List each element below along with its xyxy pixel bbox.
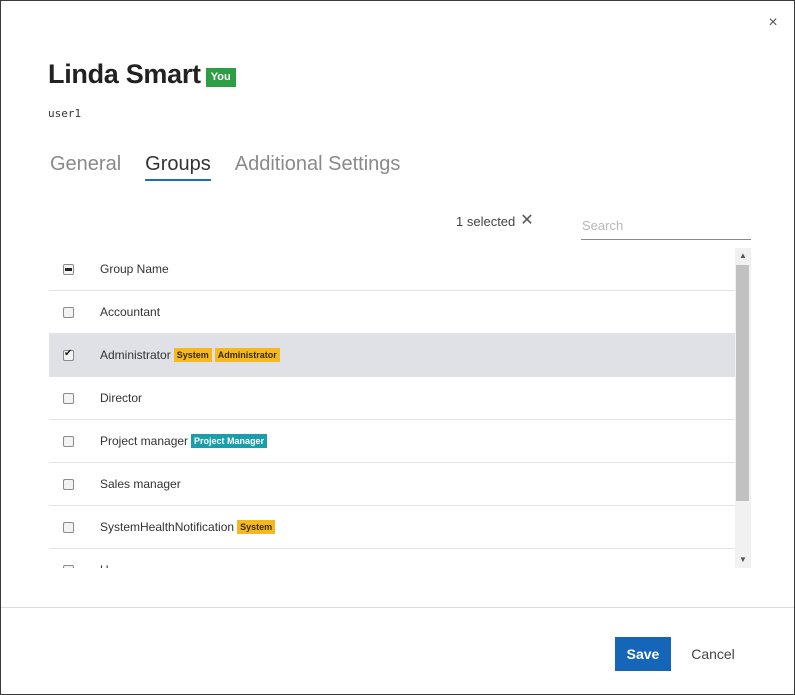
row-checkbox[interactable] <box>63 348 74 361</box>
group-name-cell: U <box>100 563 109 568</box>
row-checkbox[interactable] <box>63 306 74 318</box>
group-name-cell: Project manager Project Manager <box>100 434 268 448</box>
search-input[interactable] <box>581 212 751 240</box>
row-checkbox[interactable] <box>63 435 74 447</box>
tab-bar: General Groups Additional Settings <box>50 153 424 181</box>
table-row[interactable]: Accountant <box>49 291 735 334</box>
clear-selection-icon[interactable]: ✕ <box>520 213 533 229</box>
role-badge: System <box>173 348 212 362</box>
row-checkbox[interactable] <box>63 478 74 490</box>
row-checkbox[interactable] <box>63 564 74 568</box>
groups-table: Group Name AccountantAdministratorSystem… <box>49 248 751 568</box>
table-row[interactable]: Sales manager <box>49 463 735 506</box>
row-checkbox[interactable] <box>63 521 74 533</box>
table-header-row: Group Name <box>49 248 735 291</box>
user-name: Linda Smart <box>48 59 201 89</box>
group-name-cell: Director <box>100 391 142 405</box>
close-icon[interactable]: × <box>766 15 780 31</box>
column-header-group-name: Group Name <box>100 262 169 276</box>
footer-divider <box>1 607 794 608</box>
table-row[interactable]: Project manager Project Manager <box>49 420 735 463</box>
tab-additional-settings[interactable]: Additional Settings <box>235 153 401 181</box>
selected-count: 1 selected <box>456 213 516 229</box>
group-name: Project manager <box>100 434 189 448</box>
group-name: Administrator <box>100 348 171 362</box>
selection-toolbar: 1 selected ✕ <box>456 213 534 229</box>
save-button[interactable]: Save <box>615 637 671 671</box>
table-row[interactable]: Director <box>49 377 735 420</box>
scrollbar-thumb[interactable] <box>736 265 749 501</box>
group-name: Director <box>100 391 143 405</box>
table-scrollbar[interactable]: ▲ ▼ <box>735 248 751 568</box>
group-name: SystemHealthNotification <box>100 520 235 534</box>
table-row[interactable]: AdministratorSystemAdministrator <box>49 334 735 377</box>
group-name-cell: Sales manager <box>100 477 181 491</box>
you-badge: You <box>205 67 236 87</box>
group-name: Sales manager <box>100 477 181 491</box>
scroll-up-icon[interactable]: ▲ <box>735 248 751 264</box>
select-all-checkbox[interactable] <box>63 263 74 275</box>
groups-table-body: Group Name AccountantAdministratorSystem… <box>49 248 735 568</box>
table-row[interactable]: SystemHealthNotification System <box>49 506 735 549</box>
role-badge: Project Manager <box>191 434 268 448</box>
cancel-button[interactable]: Cancel <box>685 637 741 671</box>
group-name: U <box>100 563 109 568</box>
user-edit-dialog: × Linda Smart You user1 General Groups A… <box>0 0 795 695</box>
user-login: user1 <box>48 107 82 120</box>
group-name-cell: Accountant <box>100 305 160 319</box>
role-badge: System <box>237 520 276 534</box>
role-badge: Administrator <box>214 348 280 362</box>
group-name-cell: SystemHealthNotification System <box>100 520 276 534</box>
dialog-title-row: Linda Smart You <box>48 59 236 90</box>
group-name-cell: Administrator System Administrator <box>100 348 280 362</box>
row-checkbox[interactable] <box>63 392 74 404</box>
scroll-down-icon[interactable]: ▼ <box>735 552 751 568</box>
table-row[interactable]: U <box>49 549 735 568</box>
tab-general[interactable]: General <box>50 153 121 181</box>
group-name: Accountant <box>100 305 161 319</box>
tab-groups[interactable]: Groups <box>145 153 211 181</box>
